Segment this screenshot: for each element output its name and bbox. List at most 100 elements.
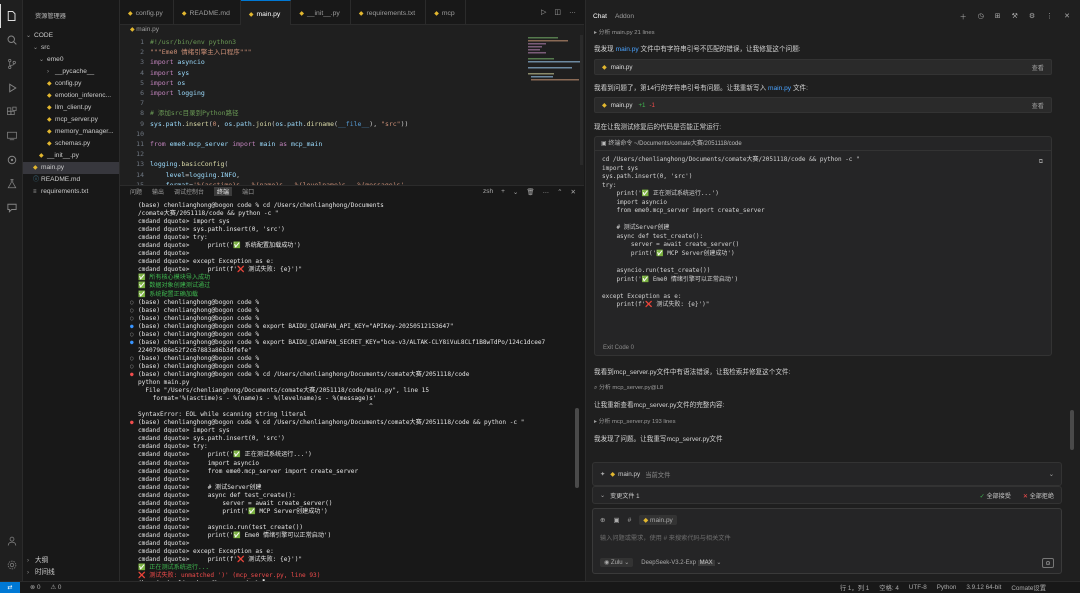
tree-item[interactable]: ◆ llm_client.py [23, 102, 119, 114]
more-icon[interactable]: ⋮ [1046, 12, 1053, 22]
reject-all-button[interactable]: ✕ 全部拒绝 [1023, 491, 1054, 500]
terminal-line: ^ [138, 403, 373, 411]
editor-tab[interactable]: ◆ __init__.py [291, 0, 351, 25]
python-file-icon: ◆ [47, 141, 52, 147]
tree-item[interactable]: ⌄ eme0 [23, 54, 119, 66]
tree-item[interactable]: ⌄ CODE [23, 30, 119, 42]
editor-tab[interactable]: ◆ requirements.txt [351, 0, 427, 25]
model-select[interactable]: DeepSeek-V3.2-Exp MAX ⌄ [641, 559, 721, 566]
tab-chat[interactable]: Chat [593, 13, 607, 20]
testing-icon[interactable] [0, 172, 23, 196]
history-icon[interactable]: ◷ [978, 12, 984, 22]
run-file-icon[interactable]: ▷ [541, 8, 546, 24]
close-icon[interactable]: ✕ [1064, 12, 1070, 22]
python-interpreter[interactable]: 3.9.12 64-bit [966, 584, 1001, 591]
panel-tab[interactable]: 调试控制台 [174, 187, 204, 196]
more-actions-icon[interactable]: … [569, 8, 576, 24]
tree-item[interactable]: ◆ main.py [23, 162, 119, 174]
chat-input-box[interactable]: ⊕ ▣ # ◆ main.py 输入问题或需求，使用 # 来搜索代码与相关文件 … [592, 508, 1062, 574]
tree-item[interactable]: ◆ schemas.py [23, 138, 119, 150]
terminal-tool[interactable]: … [543, 188, 550, 196]
tree-item[interactable]: › __pycache__ [23, 66, 119, 78]
split-editor-icon[interactable]: ◫ [554, 8, 561, 24]
chat-icon[interactable] [0, 196, 23, 220]
image-icon[interactable]: ▣ [613, 516, 619, 524]
mode-select[interactable]: ◉ Zulu ⌄ [600, 558, 634, 567]
tools-icon[interactable]: ⚒ [1012, 12, 1018, 22]
comate-settings[interactable]: Comate设置 [1011, 583, 1046, 592]
tree-item[interactable]: ◆ config.py [23, 78, 119, 90]
editor-tab[interactable]: ◆ main.py [240, 0, 292, 25]
chevron-down-icon[interactable]: ⌄ [1049, 471, 1054, 478]
tree-item[interactable]: ⌄ src [23, 42, 119, 54]
terminal-scrollbar[interactable] [575, 408, 579, 488]
current-file-bar[interactable]: ✦ ◆ main.py 当前文件 ⌄ [592, 462, 1062, 486]
tree-item[interactable]: ◆ mcp_server.py [23, 114, 119, 126]
encoding[interactable]: UTF-8 [909, 584, 927, 591]
explorer-icon[interactable] [0, 4, 23, 28]
panel-tab[interactable]: 端口 [242, 187, 254, 196]
editor-tab[interactable]: ◆ README.md [174, 0, 241, 25]
cursor-position[interactable]: 行 1，列 1 [840, 583, 869, 592]
new-chat-icon[interactable]: ＋ [960, 12, 967, 22]
copy-icon[interactable]: ⧉ [1039, 159, 1043, 166]
search-icon[interactable] [0, 28, 23, 52]
code-line: 10 [120, 129, 584, 139]
terminal-output[interactable]: (base) chenlianghong@bogon code % cd /Us… [120, 197, 584, 582]
warnings-count[interactable]: ⚠ 0 [51, 584, 62, 591]
remote-explorer-icon[interactable] [0, 124, 23, 148]
terminal-tool[interactable]: + [501, 188, 505, 196]
terminal-tool[interactable]: ✕ [571, 188, 576, 196]
command-line: server = await create_server() [602, 241, 740, 249]
command-line [602, 284, 1051, 293]
minimap[interactable] [526, 35, 584, 165]
terminal-line: cmdand dquote> # 测试Server创建 [138, 483, 262, 491]
run-debug-icon[interactable] [0, 76, 23, 100]
view-button[interactable]: 查看 [1032, 63, 1044, 72]
source-control-icon[interactable] [0, 52, 23, 76]
tree-item[interactable]: ◆ __init__.py [23, 150, 119, 162]
at-mention-icon[interactable]: ⊕ [600, 516, 605, 524]
comate-icon[interactable] [0, 148, 23, 172]
remote-indicator[interactable]: ⇄ [0, 581, 20, 593]
terminal-tool[interactable]: ⌃ [557, 188, 562, 196]
chat-scrollbar[interactable] [1070, 410, 1074, 450]
context-chip[interactable]: ◆ main.py [639, 515, 677, 525]
tab-addon[interactable]: Addon [615, 13, 634, 20]
terminal-tool[interactable]: ⌄ [513, 188, 518, 196]
view-button[interactable]: 查看 [1032, 101, 1044, 110]
timeline-header[interactable]: › 时间线 [23, 567, 120, 579]
tree-item[interactable]: ◆ emotion_inferenc... [23, 90, 119, 102]
chevron-down-icon[interactable]: ⌄ [600, 492, 605, 499]
send-button[interactable]: ⊙ [1042, 558, 1054, 568]
file-diff-card[interactable]: ◆ main.py +1 -1 查看 [594, 97, 1052, 113]
terminal-tool[interactable]: zsh [483, 188, 493, 196]
panel-tab[interactable]: 输出 [152, 187, 164, 196]
language-mode[interactable]: Python [937, 584, 957, 591]
outline-header[interactable]: › 大纲 [23, 555, 120, 567]
file-link[interactable]: main.py [768, 85, 791, 92]
hash-icon[interactable]: # [628, 517, 632, 524]
code-view[interactable]: 1 #!/usr/bin/env python3 2 """Eme0 情绪引擎主入口程… [120, 35, 584, 190]
tree-item[interactable]: ◆ memory_manager... [23, 126, 119, 138]
panel-tab[interactable]: 终端 [214, 187, 233, 196]
file-card[interactable]: ◆ main.py 查看 [594, 59, 1052, 75]
terminal-line: cmdand dquote> [138, 515, 190, 523]
grid-icon[interactable]: ⊞ [995, 12, 1001, 22]
breadcrumb[interactable]: ◆ main.py [120, 25, 584, 35]
file-link[interactable]: main.py [616, 46, 639, 53]
extensions-icon[interactable] [0, 100, 23, 124]
settings-gear-icon[interactable] [0, 553, 23, 577]
accept-all-button[interactable]: ✓ 全部接受 [980, 491, 1011, 500]
settings-icon[interactable]: ⚙ [1029, 12, 1035, 22]
panel-tab[interactable]: 问题 [130, 187, 142, 196]
editor-tab[interactable]: ◆ mcp [426, 0, 466, 25]
tree-item[interactable]: ⓘ README.md [23, 174, 119, 186]
editor-tab[interactable]: ◆ config.py [120, 0, 174, 25]
tree-item[interactable]: ≡ requirements.txt [23, 186, 119, 198]
indent-setting[interactable]: 空格: 4 [879, 583, 899, 592]
terminal-tool[interactable]: 🗑 [526, 188, 534, 196]
errors-count[interactable]: ⊗ 0 [30, 584, 41, 591]
chat-input-placeholder[interactable]: 输入问题或需求，使用 # 来搜索代码与相关文件 [600, 533, 731, 542]
account-icon[interactable] [0, 529, 23, 553]
